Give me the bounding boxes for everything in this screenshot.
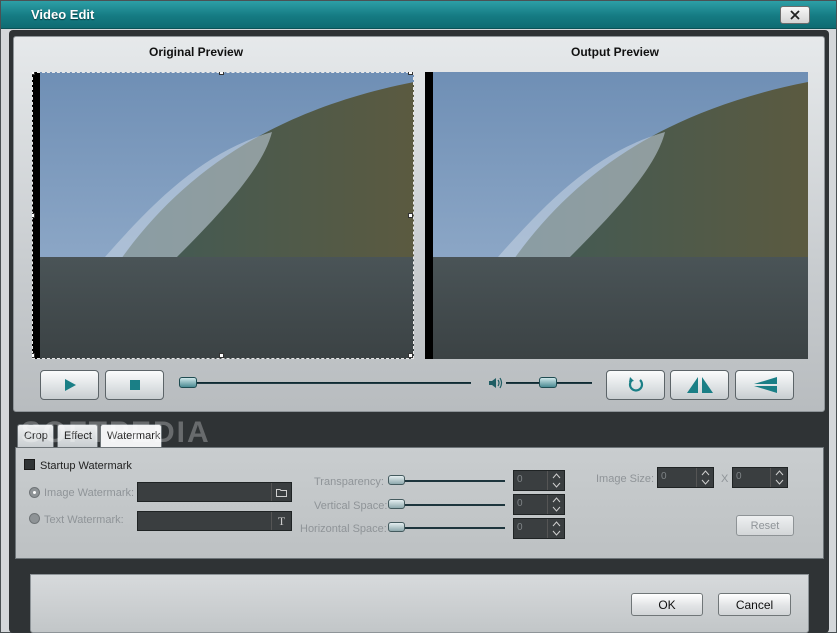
text-watermark-label: Text Watermark: <box>44 514 124 526</box>
flip-horizontal-icon <box>686 377 713 393</box>
crop-handle[interactable] <box>408 353 413 358</box>
image-size-height-value: 0 <box>736 471 742 482</box>
close-button[interactable] <box>780 6 810 24</box>
image-size-label: Image Size: <box>596 473 655 485</box>
original-preview-title: Original Preview <box>149 45 244 59</box>
spinner-arrows[interactable] <box>770 468 787 487</box>
transparency-track[interactable] <box>393 480 505 482</box>
horizontal-space-slider-thumb[interactable] <box>388 522 405 532</box>
chevron-down-icon <box>552 506 561 512</box>
vertical-space-spinner[interactable]: 0 <box>513 494 565 515</box>
crop-handle[interactable] <box>32 72 35 75</box>
vertical-space-slider-thumb[interactable] <box>388 499 405 509</box>
horizontal-space-track[interactable] <box>393 527 505 529</box>
chevron-up-icon <box>701 470 710 476</box>
video-edit-window: Video Edit Original Preview Output Previ… <box>0 0 837 633</box>
window-title: Video Edit <box>31 7 95 22</box>
text-watermark-field[interactable]: T <box>137 511 292 531</box>
crop-handle[interactable] <box>408 213 413 218</box>
startup-watermark-checkbox[interactable] <box>24 459 35 470</box>
chevron-up-icon <box>552 497 561 503</box>
wave-image <box>425 72 808 359</box>
vertical-space-label: Vertical Space: <box>314 500 388 512</box>
spinner-arrows[interactable] <box>547 495 564 514</box>
image-watermark-field[interactable] <box>137 482 292 502</box>
watermark-settings-panel <box>15 447 824 559</box>
rotate-button[interactable] <box>606 370 665 400</box>
reset-button[interactable]: Reset <box>736 515 794 536</box>
cancel-button[interactable]: Cancel <box>718 593 791 616</box>
seek-slider-thumb[interactable] <box>179 377 197 388</box>
crop-handle[interactable] <box>219 72 224 75</box>
output-preview-title: Output Preview <box>571 45 660 59</box>
spinner-arrows[interactable] <box>547 519 564 538</box>
original-preview-video[interactable] <box>32 72 414 359</box>
crop-handle[interactable] <box>408 72 413 75</box>
crop-handle[interactable] <box>32 213 35 218</box>
vertical-space-value: 0 <box>517 498 523 509</box>
spinner-arrows[interactable] <box>696 468 713 487</box>
transparency-value: 0 <box>517 474 523 485</box>
title-bar: Video Edit <box>1 1 836 29</box>
stop-button[interactable] <box>105 370 164 400</box>
startup-watermark-label: Startup Watermark <box>40 460 132 472</box>
chevron-up-icon <box>775 470 784 476</box>
horizontal-space-spinner[interactable]: 0 <box>513 518 565 539</box>
vertical-space-track[interactable] <box>393 504 505 506</box>
softpedia-watermark: SOFTPEDIA <box>21 416 211 449</box>
close-icon <box>790 10 800 20</box>
folder-icon[interactable] <box>271 483 291 501</box>
spinner-arrows[interactable] <box>547 471 564 490</box>
crop-handle[interactable] <box>219 353 224 358</box>
transparency-slider-thumb[interactable] <box>388 475 405 485</box>
image-watermark-label: Image Watermark: <box>44 487 135 499</box>
image-size-width-spinner[interactable]: 0 <box>657 467 714 488</box>
rotate-icon <box>628 377 643 392</box>
horizontal-space-value: 0 <box>517 522 523 533</box>
flip-vertical-button[interactable] <box>735 370 794 400</box>
image-watermark-radio[interactable] <box>29 487 40 498</box>
stop-icon <box>129 380 140 390</box>
chevron-up-icon <box>552 473 561 479</box>
crop-selection[interactable] <box>32 72 414 359</box>
image-size-height-spinner[interactable]: 0 <box>732 467 788 488</box>
horizontal-space-label: Horizontal Space: <box>300 523 387 535</box>
ok-button[interactable]: OK <box>631 593 703 616</box>
output-preview-video <box>425 72 808 359</box>
volume-slider-thumb[interactable] <box>539 377 557 388</box>
play-icon <box>64 379 76 391</box>
flip-horizontal-button[interactable] <box>670 370 729 400</box>
chevron-down-icon <box>775 479 784 485</box>
play-button[interactable] <box>40 370 99 400</box>
text-watermark-radio[interactable] <box>29 513 40 524</box>
flip-vertical-icon <box>753 377 777 393</box>
image-size-width-value: 0 <box>661 471 667 482</box>
chevron-down-icon <box>552 482 561 488</box>
chevron-down-icon <box>552 530 561 536</box>
seek-track[interactable] <box>183 382 471 384</box>
crop-handle[interactable] <box>32 353 35 358</box>
transparency-label: Transparency: <box>314 476 384 488</box>
image-size-separator: X <box>721 473 729 485</box>
chevron-down-icon <box>701 479 710 485</box>
text-tool-icon[interactable]: T <box>271 512 291 530</box>
volume-icon[interactable] <box>488 376 504 390</box>
chevron-up-icon <box>552 521 561 527</box>
transparency-spinner[interactable]: 0 <box>513 470 565 491</box>
